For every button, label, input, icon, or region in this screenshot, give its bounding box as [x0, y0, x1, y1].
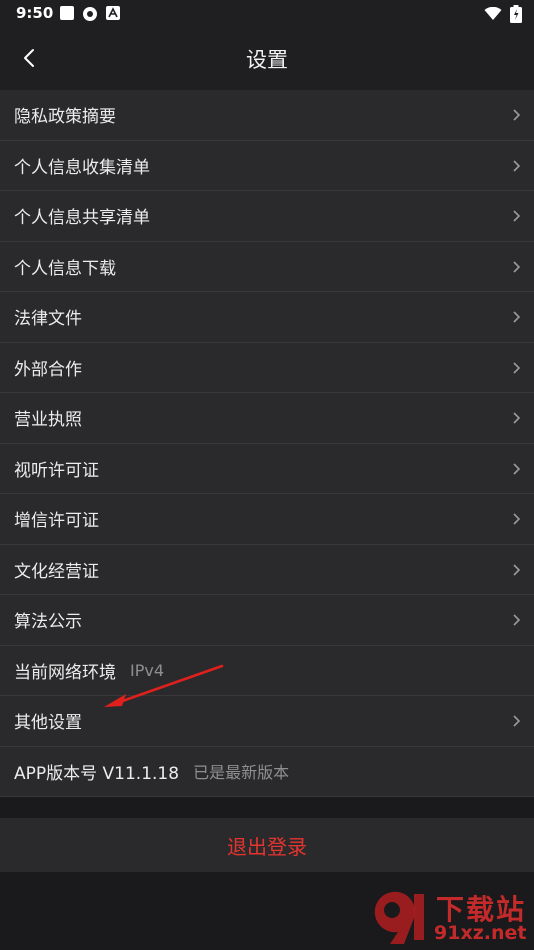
page-title: 设置	[246, 48, 288, 72]
chevron-right-icon	[513, 109, 521, 121]
battery-icon	[510, 5, 522, 23]
chevron-right-icon	[513, 614, 521, 626]
settings-row-label: 个人信息下载	[14, 258, 116, 279]
settings-row-label: 文化经营证	[14, 561, 99, 582]
notification-square-icon	[60, 6, 74, 20]
chevron-right-icon	[513, 311, 521, 323]
section-gap	[0, 798, 534, 818]
watermark-site: 91xz.net	[434, 922, 527, 944]
settings-row[interactable]: 视听许可证	[0, 444, 534, 494]
chevron-right-icon	[513, 513, 521, 525]
notification-app-icon	[83, 7, 97, 21]
settings-row[interactable]: 个人信息共享清单	[0, 191, 534, 242]
settings-row[interactable]: 增信许可证	[0, 494, 534, 545]
notification-icons	[60, 6, 120, 22]
logout-label: 退出登录	[227, 834, 307, 859]
settings-row[interactable]: 隐私政策摘要	[0, 90, 534, 141]
chevron-right-icon	[513, 412, 521, 424]
settings-row[interactable]: 个人信息下载	[0, 242, 534, 292]
chevron-right-icon	[513, 159, 521, 172]
logout-button[interactable]: 退出登录	[0, 818, 534, 872]
settings-row-label: 隐私政策摘要	[14, 107, 116, 128]
watermark-logo-icon	[374, 891, 424, 944]
watermark: 下载站 91xz.net	[368, 888, 528, 948]
wifi-icon	[484, 7, 502, 20]
settings-list: 隐私政策摘要个人信息收集清单 个人信息共享清单 个人信息下载 法律文件外部合作营业执照…	[0, 90, 534, 797]
status-time: 9:50	[16, 4, 54, 22]
settings-row-label: 视听许可证	[14, 460, 99, 481]
settings-row-label: 法律文件	[14, 309, 82, 330]
settings-row-label: 个人信息共享清单	[14, 208, 150, 229]
status-bar: 9:50	[0, 0, 534, 28]
settings-row-label: 算法公示	[14, 612, 82, 633]
chevron-right-icon	[513, 210, 521, 222]
chevron-right-icon	[513, 462, 521, 475]
settings-row[interactable]: 外部合作	[0, 343, 534, 393]
settings-row[interactable]: 其他设置	[0, 696, 534, 747]
settings-row-label: 个人信息收集清单	[14, 157, 150, 178]
settings-row[interactable]: 个人信息收集清单	[0, 141, 534, 191]
notification-a-icon	[106, 6, 120, 20]
settings-row-label: 其他设置	[14, 713, 82, 734]
settings-row[interactable]: 营业执照	[0, 393, 534, 444]
app-header: 设置	[0, 28, 534, 90]
settings-row-label: 外部合作	[14, 359, 82, 380]
settings-row[interactable]: 当前网络环境 IPv4	[0, 646, 534, 696]
settings-row[interactable]: 算法公示	[0, 595, 534, 646]
status-right-icons	[484, 5, 522, 23]
settings-row[interactable]: 法律文件	[0, 292, 534, 343]
settings-row-value: 已是最新版本	[193, 763, 290, 783]
settings-row-label: APP版本号 V11.1.18	[14, 763, 180, 784]
chevron-right-icon	[513, 563, 521, 576]
settings-row[interactable]: 文化经营证	[0, 545, 534, 595]
settings-row-label: 增信许可证	[14, 511, 99, 532]
chevron-right-icon	[513, 361, 521, 374]
chevron-right-icon	[513, 715, 521, 727]
annotation-arrow-icon	[104, 664, 224, 707]
chevron-right-icon	[513, 260, 521, 273]
settings-row-label: 营业执照	[14, 410, 82, 431]
settings-row[interactable]: APP版本号 V11.1.18 已是最新版本	[0, 747, 534, 797]
